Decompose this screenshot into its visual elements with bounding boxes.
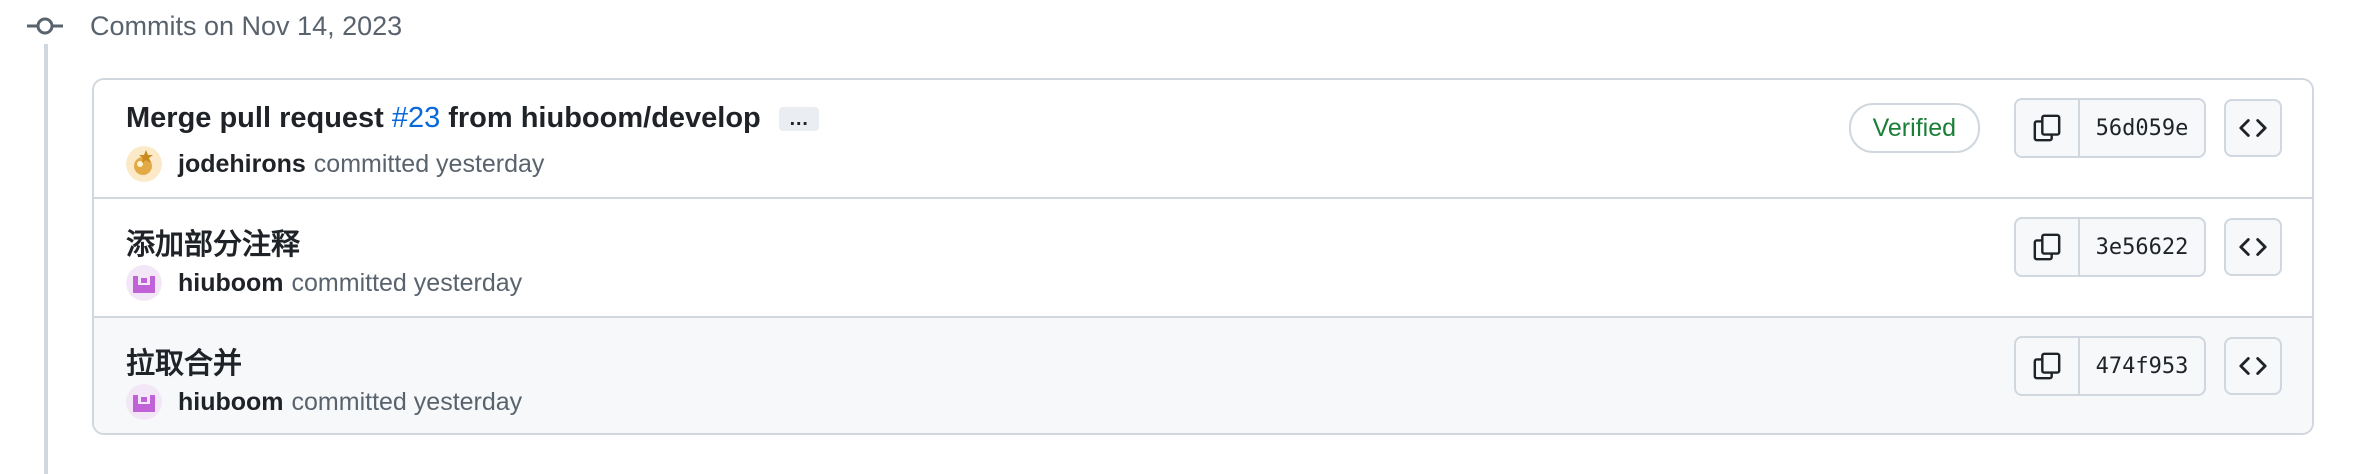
sha-button-group: 3e56622 — [2014, 217, 2206, 277]
commit-group-header: Commits on Nov 14, 2023 — [24, 0, 402, 52]
commit-group-title: Commits on Nov 14, 2023 — [90, 10, 403, 41]
copy-sha-button[interactable] — [2016, 100, 2080, 156]
copy-icon — [2033, 114, 2061, 142]
copy-icon — [2033, 352, 2061, 380]
commit-author[interactable]: hiuboom — [178, 388, 284, 417]
commit-sha-link[interactable]: 3e56622 — [2080, 219, 2204, 275]
timeline-line — [44, 44, 48, 474]
commit-actions: 3e56622 — [2014, 217, 2282, 277]
code-icon — [2239, 238, 2267, 256]
browse-repository-button[interactable] — [2224, 99, 2282, 157]
sha-button-group: 56d059e — [2014, 98, 2206, 158]
commit-time: committed yesterday — [313, 149, 545, 178]
commit-title-prefix[interactable]: Merge pull request — [126, 102, 384, 135]
avatar-icon[interactable] — [126, 265, 162, 301]
avatar-icon[interactable] — [126, 146, 162, 182]
browse-repository-button[interactable] — [2224, 337, 2282, 395]
commit-sha-link[interactable]: 474f953 — [2080, 338, 2204, 394]
commit-meta: hiuboom committed yesterday — [126, 263, 522, 303]
commit-actions: 474f953 — [2014, 336, 2282, 396]
code-icon — [2239, 119, 2267, 137]
commit-title: 拉取合并 — [126, 340, 242, 382]
commit-row: 添加部分注释 hiuboom committed yesterday 3e566… — [94, 199, 2312, 318]
sha-button-group: 474f953 — [2014, 336, 2206, 396]
commit-row: 拉取合并 hiuboom committed yesterday 474f953 — [94, 318, 2312, 433]
commit-time: committed yesterday — [291, 268, 523, 297]
commit-actions: Verified 56d059e — [1848, 98, 2282, 158]
commit-sha-link[interactable]: 56d059e — [2080, 100, 2204, 156]
commit-author[interactable]: jodehirons — [178, 150, 306, 179]
copy-sha-button[interactable] — [2016, 219, 2080, 275]
pull-request-link[interactable]: #23 — [392, 102, 440, 135]
copy-icon — [2033, 233, 2061, 261]
verified-badge[interactable]: Verified — [1848, 103, 1980, 153]
copy-sha-button[interactable] — [2016, 338, 2080, 394]
commit-title-suffix[interactable]: from hiuboom/develop — [448, 102, 761, 135]
commit-title: Merge pull request #23 from hiuboom/deve… — [126, 102, 819, 135]
commit-row: Merge pull request #23 from hiuboom/deve… — [94, 80, 2312, 199]
commit-message[interactable]: 拉取合并 — [126, 340, 242, 382]
code-icon — [2239, 357, 2267, 375]
commit-message[interactable]: 添加部分注释 — [126, 221, 300, 263]
commit-time: committed yesterday — [291, 387, 523, 416]
commit-author[interactable]: hiuboom — [178, 269, 284, 298]
browse-repository-button[interactable] — [2224, 218, 2282, 276]
commit-meta: hiuboom committed yesterday — [126, 382, 522, 422]
commit-list: Merge pull request #23 from hiuboom/deve… — [92, 78, 2314, 435]
commit-meta: jodehirons committed yesterday — [126, 144, 544, 184]
commit-title: 添加部分注释 — [126, 221, 300, 263]
git-commit-icon — [24, 0, 66, 52]
expand-description-button[interactable]: … — [778, 106, 819, 131]
avatar-icon[interactable] — [126, 384, 162, 420]
